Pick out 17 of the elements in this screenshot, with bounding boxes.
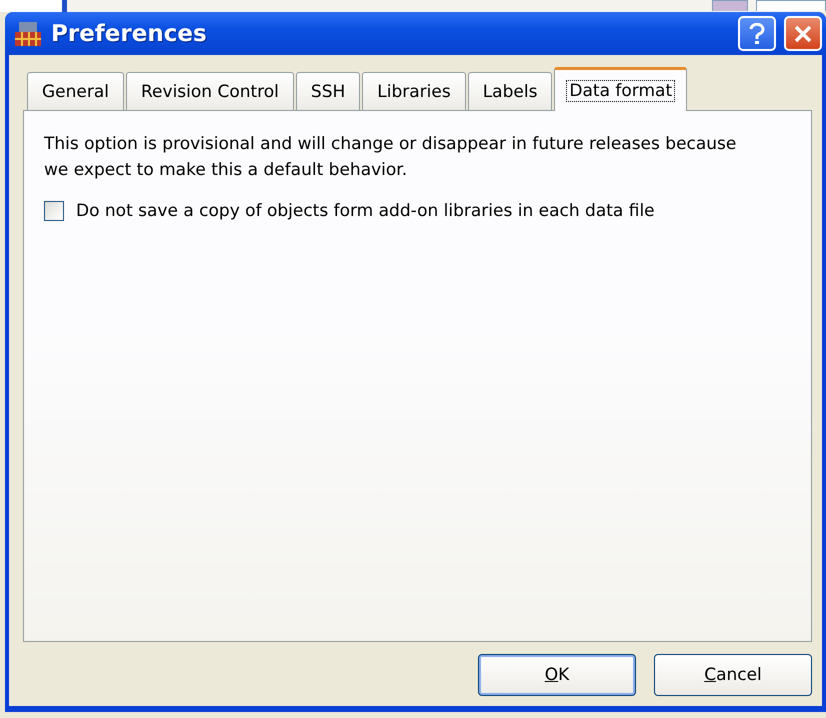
tab[interactable]: Libraries [362,72,466,110]
close-icon [793,24,813,44]
close-button[interactable] [784,16,822,51]
tab[interactable]: Revision Control [126,72,294,110]
tab[interactable]: Data format [554,67,688,111]
checkbox-label: Do not save a copy of objects form add-on libraries in each data file [76,201,655,221]
help-icon [749,22,765,44]
tab[interactable]: General [27,72,124,110]
description-text: This option is provisional and will change or disappear in future releases because we expect to make this a default behavior. [44,133,738,182]
window-title: Preferences [51,20,208,46]
tab[interactable]: SSH [296,72,360,110]
cancel-button[interactable]: Cancel [654,654,812,696]
ok-button[interactable]: OK [478,654,636,696]
tab[interactable]: Labels [468,72,552,110]
checkbox[interactable] [44,201,64,221]
help-button[interactable] [738,16,776,51]
app-icon [13,20,43,48]
